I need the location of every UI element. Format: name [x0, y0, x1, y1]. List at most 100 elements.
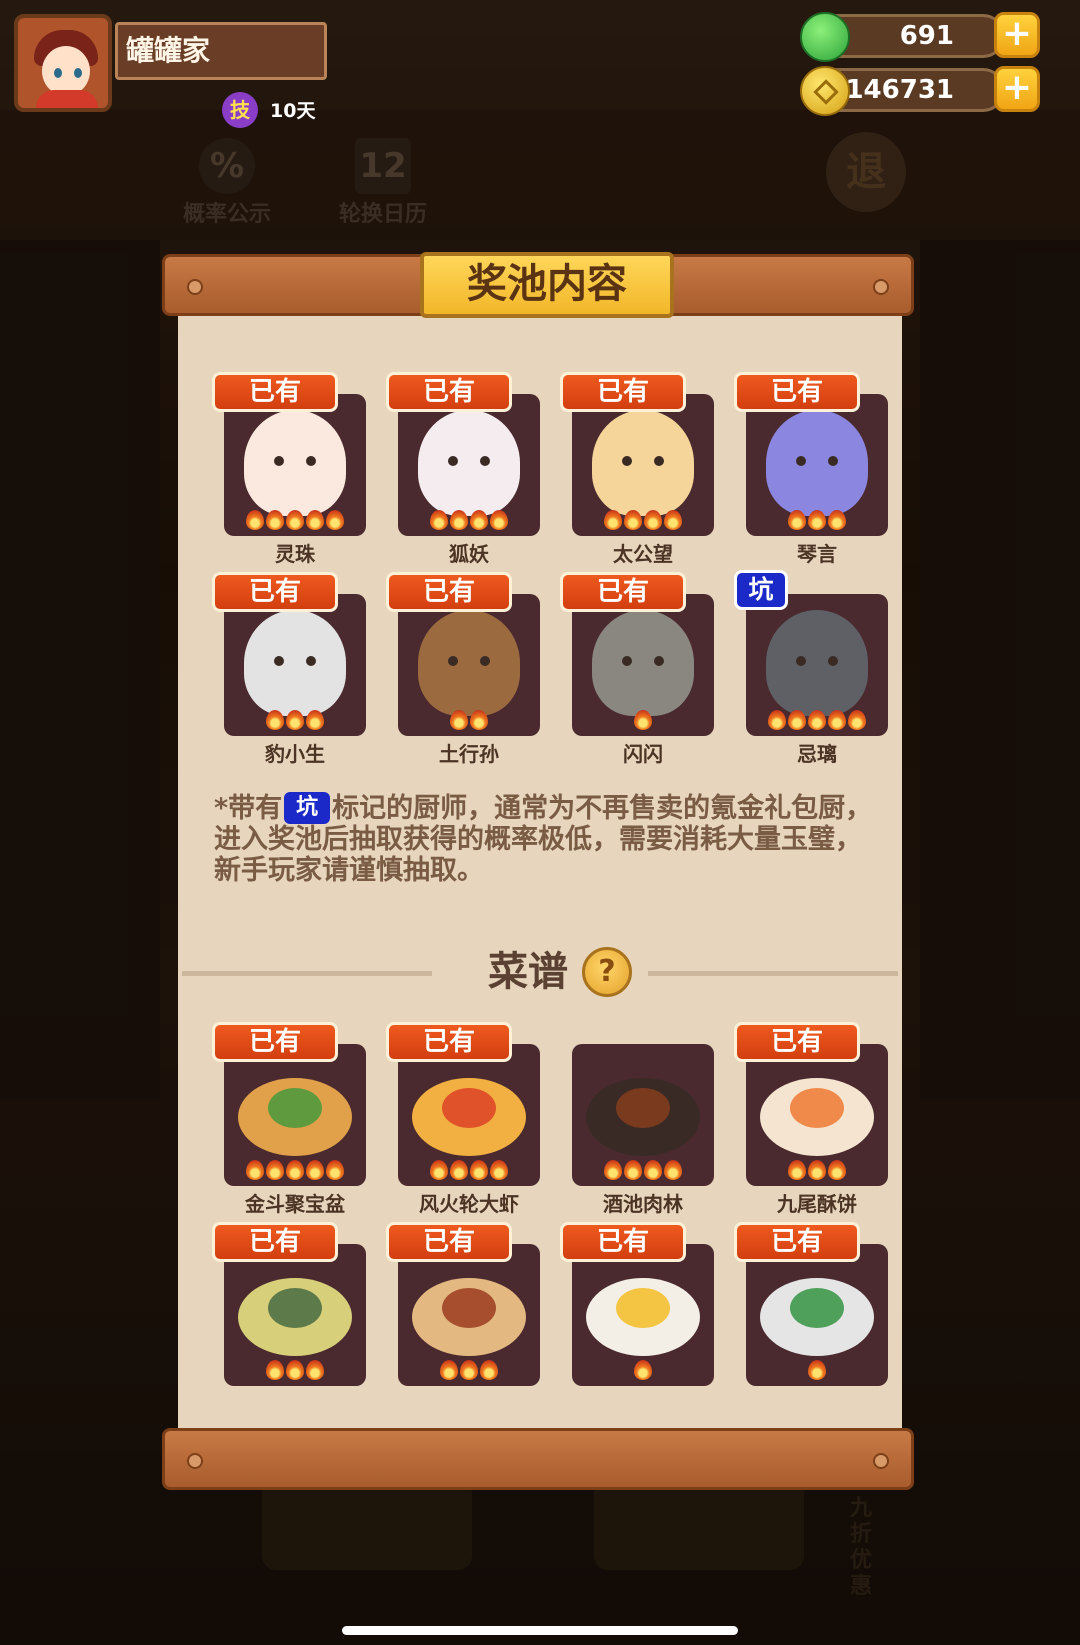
- owned-badge: 已有: [212, 1022, 338, 1062]
- flame-icon: [664, 1160, 682, 1180]
- chef-portrait-frame: [398, 394, 540, 536]
- chef-card[interactable]: 已有 琴言: [720, 362, 894, 566]
- flame-icon: [808, 1160, 826, 1180]
- help-icon[interactable]: ?: [582, 947, 632, 997]
- flame-icon: [306, 1160, 324, 1180]
- home-indicator[interactable]: [342, 1626, 738, 1635]
- flame-icon: [604, 510, 622, 530]
- chef-name: 豹小生: [265, 742, 325, 766]
- flame-icon: [286, 1160, 304, 1180]
- dish-image: [586, 1278, 700, 1356]
- coin-icon: [800, 66, 850, 116]
- flame-icon: [306, 510, 324, 530]
- chef-portrait: [766, 410, 868, 516]
- flame-icon: [828, 710, 846, 730]
- flame-icon: [450, 710, 468, 730]
- keng-note: *带有坑标记的厨师，通常为不再售卖的氪金礼包厨，进入奖池后抽取获得的概率极低，需…: [214, 792, 873, 886]
- flame-icon: [788, 710, 806, 730]
- chef-name: 闪闪: [623, 742, 663, 766]
- flame-icon: [624, 510, 642, 530]
- chef-card[interactable]: 已有 土行孙: [372, 562, 546, 766]
- player-avatar[interactable]: [14, 14, 112, 112]
- flame-icon: [450, 510, 468, 530]
- owned-badge: 已有: [212, 572, 338, 612]
- flame-icon: [306, 710, 324, 730]
- chef-card[interactable]: 已有 灵珠: [198, 362, 372, 566]
- rarity-flames: [224, 510, 366, 532]
- flame-icon: [470, 510, 488, 530]
- flame-icon: [246, 1160, 264, 1180]
- flame-icon: [788, 510, 806, 530]
- flame-icon: [644, 1160, 662, 1180]
- chef-portrait: [766, 610, 868, 716]
- flame-icon: [460, 1360, 478, 1380]
- add-coins-button[interactable]: +: [994, 66, 1040, 112]
- recipe-card[interactable]: 已有: [546, 1212, 720, 1412]
- flame-icon: [644, 510, 662, 530]
- recipe-card[interactable]: 已有 风火轮大虾: [372, 1012, 546, 1216]
- owned-badge: 已有: [560, 1222, 686, 1262]
- dish-image: [412, 1278, 526, 1356]
- recipes-title: 菜谱: [488, 949, 568, 995]
- recipe-image-frame: [572, 1244, 714, 1386]
- owned-badge: 已有: [212, 1222, 338, 1262]
- chef-portrait: [592, 410, 694, 516]
- chef-portrait: [592, 610, 694, 716]
- divider-right: [648, 971, 898, 976]
- scroll-rod-bottom: [162, 1428, 914, 1490]
- chef-card[interactable]: 坑忌璃: [720, 562, 894, 766]
- flame-icon: [634, 1360, 652, 1380]
- flame-icon: [490, 1160, 508, 1180]
- owned-badge: 已有: [212, 372, 338, 412]
- chef-card[interactable]: 已有豹小生: [198, 562, 372, 766]
- recipe-card[interactable]: 已有: [198, 1212, 372, 1412]
- owned-badge: 已有: [560, 572, 686, 612]
- flame-icon: [604, 1160, 622, 1180]
- chef-portrait: [418, 410, 520, 516]
- recipe-card[interactable]: 酒池肉林: [546, 1012, 720, 1216]
- skill-icon[interactable]: 技: [222, 92, 258, 128]
- recipe-image-frame: [746, 1244, 888, 1386]
- chef-portrait-frame: [572, 594, 714, 736]
- chef-card[interactable]: 已有 狐妖: [372, 362, 546, 566]
- recipe-card[interactable]: 已有: [720, 1212, 894, 1412]
- player-name: 罐罐家: [115, 22, 327, 80]
- rarity-flames: [746, 510, 888, 532]
- rarity-flames: [572, 1160, 714, 1182]
- flame-icon: [624, 1160, 642, 1180]
- recipe-card[interactable]: 已有: [372, 1212, 546, 1412]
- flame-icon: [450, 1160, 468, 1180]
- flame-icon: [440, 1360, 458, 1380]
- rarity-flames: [224, 710, 366, 732]
- recipe-image-frame: [398, 1244, 540, 1386]
- flame-icon: [828, 510, 846, 530]
- rarity-flames: [398, 710, 540, 732]
- dish-image: [238, 1078, 352, 1156]
- chef-portrait-frame: [746, 394, 888, 536]
- dish-image: [238, 1278, 352, 1356]
- flame-icon: [634, 710, 652, 730]
- owned-badge: 已有: [386, 1022, 512, 1062]
- rarity-flames: [746, 1360, 888, 1382]
- recipe-card[interactable]: 已有 九尾酥饼: [720, 1012, 894, 1216]
- recipe-image-frame: [224, 1044, 366, 1186]
- rarity-flames: [746, 710, 888, 732]
- keng-mark-icon: 坑: [284, 792, 331, 824]
- chef-card[interactable]: 已有闪闪: [546, 562, 720, 766]
- recipe-image-frame: [398, 1044, 540, 1186]
- recipe-image-frame: [572, 1044, 714, 1186]
- rarity-flames: [572, 1360, 714, 1382]
- flame-icon: [808, 1360, 826, 1380]
- chef-grid: 已有 灵珠 已有 狐妖 已有 太公望 已有 琴言 已有 豹小生 已有 土行孙 已有 闪闪坑忌璃: [198, 362, 894, 766]
- dish-image: [760, 1278, 874, 1356]
- flame-icon: [286, 1360, 304, 1380]
- add-jade-button[interactable]: +: [994, 12, 1040, 58]
- owned-badge: 已有: [386, 1222, 512, 1262]
- recipe-card[interactable]: 已有 金斗聚宝盆: [198, 1012, 372, 1216]
- flame-icon: [470, 1160, 488, 1180]
- flame-icon: [470, 710, 488, 730]
- chef-card[interactable]: 已有 太公望: [546, 362, 720, 566]
- prize-pool-panel[interactable]: 已有 灵珠 已有 狐妖 已有 太公望 已有 琴言 已有 豹小生 已有 土行孙 已有 闪闪坑忌璃 *带有坑标…: [178, 312, 902, 1430]
- flame-icon: [246, 510, 264, 530]
- flame-icon: [326, 1160, 344, 1180]
